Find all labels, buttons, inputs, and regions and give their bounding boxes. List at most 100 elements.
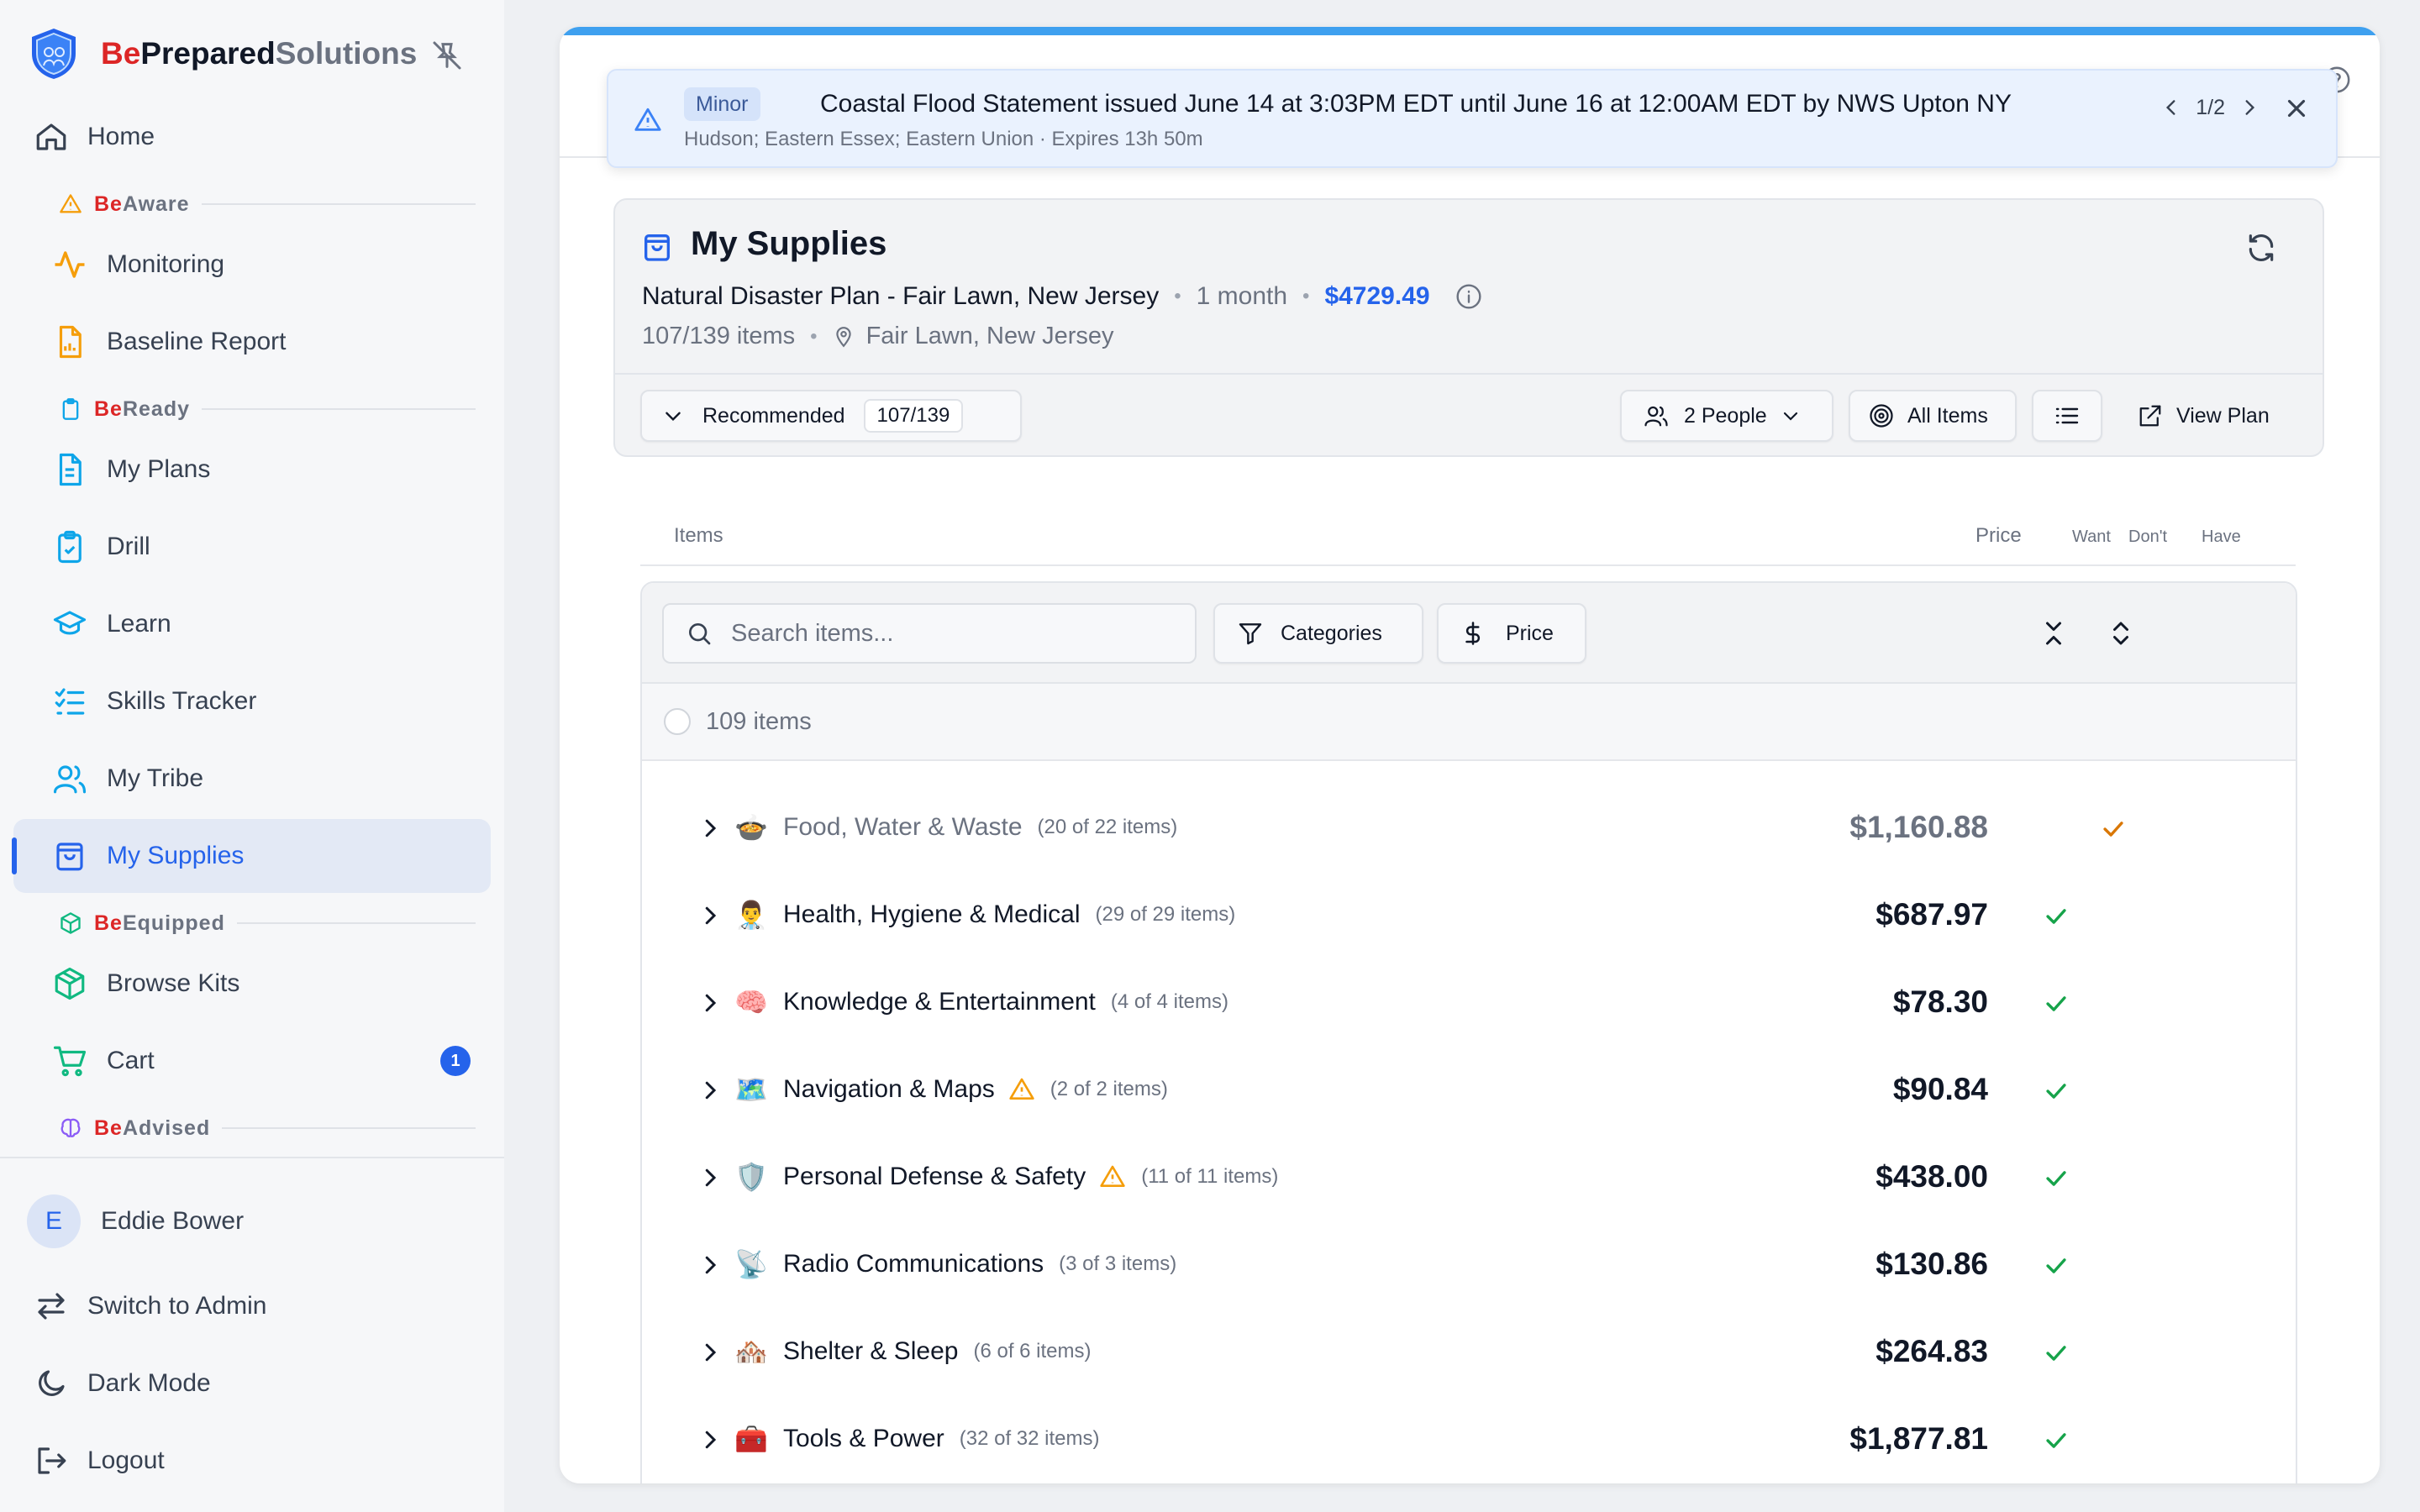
check-icon[interactable] bbox=[2042, 1077, 2070, 1105]
category-title: Knowledge & Entertainment (4 of 4 items) bbox=[783, 988, 1228, 1016]
category-row[interactable]: 🏘️ Shelter & Sleep (6 of 6 items) $264.83 bbox=[642, 1309, 2296, 1396]
nav-my-tribe-label: My Tribe bbox=[107, 764, 204, 792]
unpin-icon[interactable] bbox=[430, 39, 464, 72]
shopping-bag-icon bbox=[56, 843, 83, 871]
category-price: $1,877.81 bbox=[1849, 1421, 1988, 1456]
people-label: 2 People bbox=[1684, 403, 1767, 428]
categories-filter-button[interactable]: Categories bbox=[1213, 603, 1423, 664]
nav-home[interactable]: Home bbox=[13, 100, 491, 174]
chevron-right-icon[interactable] bbox=[697, 1078, 723, 1103]
category-name: Food, Water & Waste bbox=[783, 813, 1023, 841]
nav-baseline-report[interactable]: Baseline Report bbox=[13, 305, 491, 379]
nav-drill[interactable]: Drill bbox=[13, 510, 491, 584]
view-plan-link[interactable]: View Plan bbox=[2138, 390, 2270, 442]
chevron-right-icon[interactable] bbox=[697, 990, 723, 1016]
section-divider bbox=[202, 408, 476, 410]
price-filter-button[interactable]: Price bbox=[1437, 603, 1586, 664]
all-items-filter-button[interactable]: All Items bbox=[1849, 390, 2017, 442]
nav-home-label: Home bbox=[87, 123, 155, 150]
info-icon[interactable] bbox=[1455, 283, 1482, 310]
chevron-right-icon[interactable] bbox=[697, 903, 723, 928]
section-label: BeReady bbox=[94, 396, 191, 421]
category-emoji-icon: 🛡️ bbox=[734, 1161, 768, 1193]
category-row[interactable]: 📡 Radio Communications (3 of 3 items) $130.… bbox=[642, 1221, 2296, 1309]
chevron-right-icon[interactable] bbox=[697, 1427, 723, 1452]
category-title: Shelter & Sleep (6 of 6 items) bbox=[783, 1337, 1092, 1366]
nav-learn[interactable]: Learn bbox=[13, 587, 491, 661]
category-row[interactable]: 🧠 Knowledge & Entertainment (4 of 4 items)… bbox=[642, 959, 2296, 1047]
section-divider bbox=[222, 1127, 476, 1129]
filter-icon bbox=[1239, 623, 1262, 645]
nav-browse-kits-label: Browse Kits bbox=[107, 969, 240, 997]
chevron-left-icon[interactable] bbox=[2160, 97, 2182, 118]
main-panel: Minor Coastal Flood Statement issued Jun… bbox=[560, 27, 2380, 1483]
column-header-dont: Don't bbox=[2128, 528, 2168, 546]
category-row[interactable]: 🍲 Food, Water & Waste (20 of 22 items) $1,1… bbox=[642, 785, 2296, 872]
recommended-count-badge: 107/139 bbox=[863, 399, 964, 433]
top-accent-bar bbox=[560, 27, 2380, 35]
user-profile[interactable]: E Eddie Bower bbox=[27, 1194, 244, 1248]
nav-skills-tracker[interactable]: Skills Tracker bbox=[13, 664, 491, 738]
alert-triangle-icon bbox=[634, 108, 661, 131]
nav-my-supplies-label: My Supplies bbox=[107, 842, 245, 869]
logout-button[interactable]: Logout bbox=[13, 1424, 491, 1498]
search-input[interactable] bbox=[731, 619, 1185, 648]
search-icon bbox=[689, 623, 711, 645]
category-row[interactable]: 👨‍⚕️ Health, Hygiene & Medical (29 of 29 i… bbox=[642, 872, 2296, 959]
category-row[interactable]: 🗺️ Navigation & Maps (2 of 2 items) $90.84 bbox=[642, 1047, 2296, 1134]
brain-icon bbox=[60, 1118, 81, 1137]
expand-all-icon[interactable] bbox=[2106, 618, 2136, 648]
card-divider bbox=[615, 373, 2323, 375]
dark-mode-label: Dark Mode bbox=[87, 1369, 211, 1397]
category-title: Food, Water & Waste (20 of 22 items) bbox=[783, 813, 1177, 842]
check-icon[interactable] bbox=[2042, 1252, 2070, 1280]
check-icon[interactable] bbox=[2042, 990, 2070, 1018]
refresh-icon[interactable] bbox=[2245, 232, 2277, 264]
switch-to-admin-button[interactable]: Switch to Admin bbox=[13, 1269, 491, 1343]
category-title: Tools & Power (32 of 32 items) bbox=[783, 1425, 1099, 1453]
category-title: Health, Hygiene & Medical (29 of 29 items… bbox=[783, 900, 1235, 929]
nav-monitoring[interactable]: Monitoring bbox=[13, 228, 491, 302]
search-box bbox=[662, 603, 1197, 664]
nav-my-tribe[interactable]: My Tribe bbox=[13, 742, 491, 816]
nav-my-supplies[interactable]: My Supplies bbox=[12, 819, 491, 893]
nav-browse-kits[interactable]: Browse Kits bbox=[13, 947, 491, 1021]
category-row[interactable]: 🧰 Tools & Power (32 of 32 items) $1,877.81 bbox=[642, 1396, 2296, 1483]
category-name: Health, Hygiene & Medical bbox=[783, 900, 1081, 928]
dark-mode-toggle[interactable]: Dark Mode bbox=[13, 1347, 491, 1420]
category-name: Personal Defense & Safety bbox=[783, 1163, 1086, 1190]
recommended-toggle-button[interactable]: Recommended 107/139 bbox=[640, 390, 1022, 442]
collapse-all-icon[interactable] bbox=[2039, 618, 2069, 648]
chevron-right-icon[interactable] bbox=[697, 1340, 723, 1365]
chevron-right-icon[interactable] bbox=[697, 816, 723, 841]
check-icon[interactable] bbox=[2042, 902, 2070, 931]
close-icon[interactable] bbox=[2282, 94, 2311, 123]
section-beadvised: BeAdvised bbox=[59, 1116, 476, 1141]
check-icon[interactable] bbox=[2042, 1426, 2070, 1455]
nav-my-plans[interactable]: My Plans bbox=[13, 433, 491, 507]
people-select[interactable]: 2 People bbox=[1620, 390, 1833, 442]
alert-pager: 1/2 bbox=[2160, 91, 2260, 124]
category-title: Radio Communications (3 of 3 items) bbox=[783, 1250, 1176, 1278]
nav-monitoring-label: Monitoring bbox=[107, 250, 225, 278]
brand-header: BePreparedSolutions bbox=[29, 27, 482, 81]
cart-count-badge: 1 bbox=[440, 1046, 471, 1076]
check-icon[interactable] bbox=[2042, 1164, 2070, 1193]
check-icon[interactable] bbox=[2099, 815, 2128, 843]
list-view-button[interactable] bbox=[2032, 390, 2102, 442]
weather-alert-banner: Minor Coastal Flood Statement issued Jun… bbox=[607, 69, 2338, 168]
column-header-have: Have bbox=[2202, 528, 2241, 546]
chevron-right-icon[interactable] bbox=[2238, 97, 2260, 118]
nav-cart-label: Cart bbox=[107, 1047, 155, 1074]
chevron-right-icon[interactable] bbox=[697, 1165, 723, 1190]
select-all-checkbox[interactable] bbox=[664, 708, 691, 735]
category-row[interactable]: 🛡️ Personal Defense & Safety (11 of 11 ite… bbox=[642, 1134, 2296, 1221]
category-emoji-icon: 🗺️ bbox=[734, 1074, 768, 1105]
chevron-right-icon[interactable] bbox=[697, 1252, 723, 1278]
section-beaware: BeAware bbox=[59, 192, 476, 217]
nav-my-plans-label: My Plans bbox=[107, 455, 211, 483]
section-divider bbox=[201, 203, 476, 205]
nav-cart[interactable]: Cart 1 bbox=[13, 1024, 491, 1098]
moon-icon bbox=[39, 1370, 65, 1396]
check-icon[interactable] bbox=[2042, 1339, 2070, 1368]
